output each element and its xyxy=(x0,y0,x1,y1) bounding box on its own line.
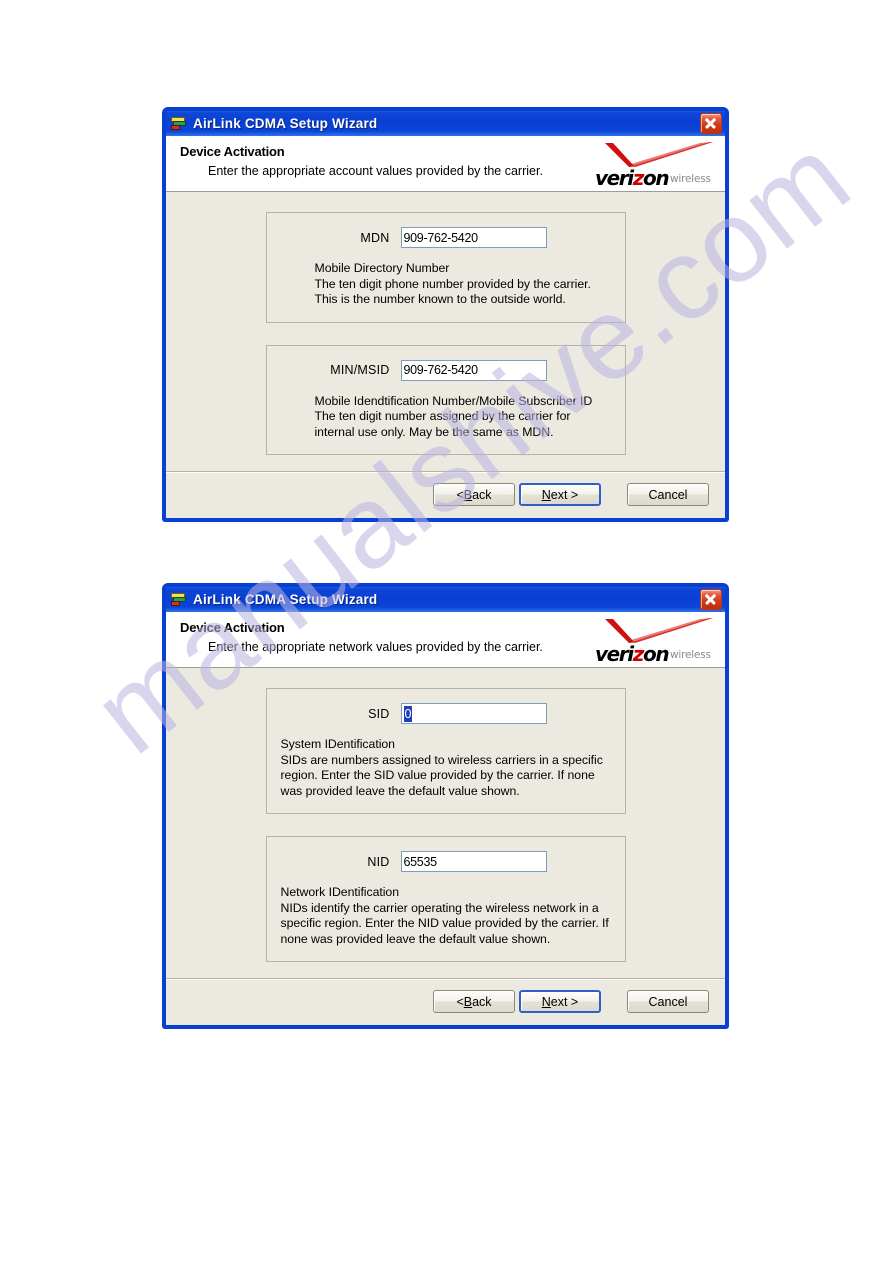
verizon-wordmark: verizon xyxy=(595,166,670,190)
field-groups: SID 0 System IDentification SIDs are num… xyxy=(166,688,725,962)
page-subtitle: Enter the appropriate network values pro… xyxy=(208,640,543,654)
field-row-min-msid: MIN/MSID 909-762-5420 xyxy=(281,359,611,381)
page-subtitle: Enter the appropriate account values pro… xyxy=(208,164,543,178)
groupbox-min-msid: MIN/MSID 909-762-5420 Mobile Idendtifica… xyxy=(265,344,626,455)
min-msid-input[interactable]: 909-762-5420 xyxy=(400,359,547,381)
close-icon[interactable] xyxy=(700,113,722,134)
field-description-mdn: Mobile Directory Number The ten digit ph… xyxy=(314,261,591,306)
wizard-header-text: Device Activation Enter the appropriate … xyxy=(180,144,587,179)
field-label-nid: NID xyxy=(367,854,390,869)
next-button[interactable]: Next > xyxy=(519,483,601,506)
titlebar: AirLink CDMA Setup Wizard xyxy=(166,587,725,612)
cancel-button[interactable]: Cancel xyxy=(627,483,709,506)
verizon-wireless-subword: wireless xyxy=(670,649,711,661)
verizon-wordmark: verizon xyxy=(595,642,670,666)
field-row-sid: SID 0 xyxy=(281,703,611,724)
groupbox-sid: SID 0 System IDentification SIDs are num… xyxy=(265,688,626,814)
field-row-nid: NID 65535 xyxy=(281,851,611,872)
wizard-body: SID 0 System IDentification SIDs are num… xyxy=(166,668,725,962)
sid-input[interactable]: 0 xyxy=(400,703,547,724)
verizon-wireless-logo: verizon wireless xyxy=(587,618,715,666)
back-button[interactable]: < Back xyxy=(433,483,515,506)
next-button[interactable]: Next > xyxy=(519,990,601,1013)
field-description-min-msid: Mobile Idendtification Number/Mobile Sub… xyxy=(314,393,593,439)
field-label-mdn: MDN xyxy=(360,230,390,245)
dialog-device-activation-account: AirLink CDMA Setup Wizard Device Activat… xyxy=(163,108,728,521)
min-msid-input-value: 909-762-5420 xyxy=(403,363,479,377)
wizard-header: Device Activation Enter the appropriate … xyxy=(166,136,725,192)
verizon-wireless-subword: wireless xyxy=(670,173,711,185)
field-description-sid: System IDentification SIDs are numbers a… xyxy=(280,737,603,798)
groupbox-nid: NID 65535 Network IDentification NIDs id… xyxy=(265,836,626,962)
wizard-header: Device Activation Enter the appropriate … xyxy=(166,612,725,668)
field-label-sid: SID xyxy=(368,706,390,721)
titlebar-buttons xyxy=(700,113,722,134)
field-label-min-msid: MIN/MSID xyxy=(330,363,390,377)
groupbox-mdn: MDN 909-762-5420 Mobile Directory Number… xyxy=(265,212,626,323)
mdn-input[interactable]: 909-762-5420 xyxy=(400,227,547,248)
sid-input-value: 0 xyxy=(403,705,413,722)
verizon-wireless-logo: verizon wireless xyxy=(587,142,715,190)
back-button[interactable]: < Back xyxy=(433,990,515,1013)
wizard-header-text: Device Activation Enter the appropriate … xyxy=(180,620,587,655)
verizon-check-icon xyxy=(605,142,713,167)
close-icon[interactable] xyxy=(700,589,722,610)
page-title: Device Activation xyxy=(180,144,285,159)
field-description-nid: Network IDentification NIDs identify the… xyxy=(280,885,609,946)
field-row-mdn: MDN 909-762-5420 xyxy=(281,227,611,248)
nid-input[interactable]: 65535 xyxy=(400,851,547,872)
page-title: Device Activation xyxy=(180,620,285,635)
mdn-input-value: 909-762-5420 xyxy=(403,230,479,245)
nid-input-value: 65535 xyxy=(403,854,438,869)
field-groups: MDN 909-762-5420 Mobile Directory Number… xyxy=(166,212,725,455)
wizard-body: MDN 909-762-5420 Mobile Directory Number… xyxy=(166,192,725,455)
verizon-check-icon xyxy=(605,618,713,643)
titlebar: AirLink CDMA Setup Wizard xyxy=(166,111,725,136)
dialog-device-activation-network: AirLink CDMA Setup Wizard Device Activat… xyxy=(163,584,728,1028)
airlink-app-icon xyxy=(171,116,187,131)
wizard-footer: < Back Next > Cancel xyxy=(166,978,725,1025)
window-title: AirLink CDMA Setup Wizard xyxy=(193,592,378,607)
cancel-button[interactable]: Cancel xyxy=(627,990,709,1013)
window-title: AirLink CDMA Setup Wizard xyxy=(193,116,378,131)
titlebar-buttons xyxy=(700,589,722,610)
airlink-app-icon xyxy=(171,592,187,607)
wizard-footer: < Back Next > Cancel xyxy=(166,471,725,518)
